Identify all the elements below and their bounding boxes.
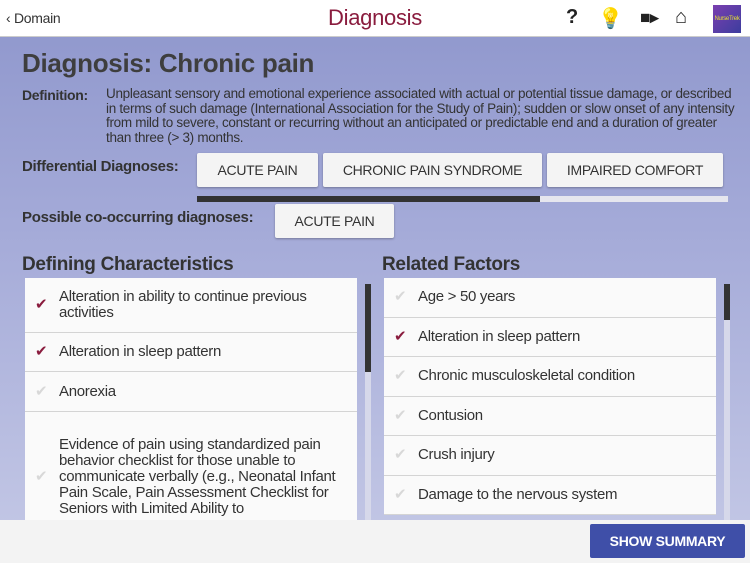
top-bar: ‹ Domain Diagnosis ? 💡 ■▸ ⌂ NurseTrek: [0, 0, 750, 37]
cooccurring-acute-pain-button[interactable]: ACUTE PAIN: [275, 204, 394, 238]
defining-characteristics-list: ✔ Alteration in ability to continue previ…: [25, 278, 357, 520]
list-item-label: Evidence of pain using standardized pain…: [59, 435, 336, 517]
differential-chronic-pain-syndrome-button[interactable]: CHRONIC PAIN SYNDROME: [323, 153, 542, 187]
list-item-label: Damage to the nervous system: [418, 485, 618, 503]
checked-icon: ✔: [35, 343, 48, 360]
list-item-label: Anorexia: [59, 382, 116, 400]
differential-acute-pain-button[interactable]: ACUTE PAIN: [197, 153, 318, 187]
list-item[interactable]: ✔ Chronic musculoskeletal condition: [384, 357, 716, 397]
differential-label: Differential Diagnoses:: [22, 158, 179, 175]
list-item[interactable]: ✔ Crush injury: [384, 436, 716, 476]
unchecked-icon: ✔: [394, 485, 407, 503]
list-item-label: Age > 50 years: [418, 288, 516, 306]
unchecked-icon: ✔: [394, 367, 407, 385]
help-icon[interactable]: ?: [566, 6, 578, 29]
logo-text: NurseTrek: [714, 16, 740, 22]
diagnosis-title: Diagnosis: Chronic pain: [22, 48, 315, 78]
list-item-label: Alteration in sleep pattern: [418, 327, 581, 345]
list-item[interactable]: ✔ Anorexia: [25, 372, 357, 412]
unchecked-icon: ✔: [35, 467, 48, 485]
checked-icon: ✔: [35, 296, 48, 313]
list-item-label: Alteration in ability to continue previo…: [59, 288, 307, 321]
back-label: Domain: [13, 10, 61, 26]
list-item-label: Crush injury: [418, 446, 495, 464]
unchecked-icon: ✔: [394, 446, 407, 464]
list-item-label: Chronic musculoskeletal condition: [418, 367, 635, 385]
defining-characteristics-heading: Defining Characteristics: [22, 254, 234, 275]
unchecked-icon: ✔: [394, 406, 407, 424]
back-button[interactable]: ‹ Domain: [6, 10, 61, 26]
list-item[interactable]: ✔ Damage to the nervous system: [384, 475, 716, 515]
defining-scrollbar[interactable]: [365, 284, 371, 520]
video-icon[interactable]: ■▸: [640, 8, 659, 28]
related-factors-heading: Related Factors: [382, 254, 521, 275]
checked-icon: ✔: [394, 327, 407, 345]
list-item[interactable]: ✔ Alteration in ability to continue previ…: [25, 278, 357, 333]
page-title: Diagnosis: [328, 5, 422, 30]
list-item-label: Contusion: [418, 406, 483, 424]
differential-scrollbar[interactable]: [197, 196, 728, 202]
definition-label: Definition:: [22, 87, 88, 103]
cooccurring-label: Possible co-occurring diagnoses:: [22, 209, 254, 226]
lightbulb-icon[interactable]: 💡: [598, 6, 623, 31]
list-item[interactable]: ✔ Contusion: [384, 396, 716, 436]
differential-impaired-comfort-button[interactable]: IMPAIRED COMFORT: [547, 153, 723, 187]
list-item[interactable]: ✔ Age > 50 years: [384, 278, 716, 318]
list-item-label: Alteration in sleep pattern: [59, 343, 222, 360]
show-summary-button[interactable]: SHOW SUMMARY: [590, 524, 745, 558]
related-factors-list: ✔ Age > 50 years ✔ Alteration in sleep patt…: [384, 278, 716, 520]
list-item[interactable]: ✔ Alteration in sleep pattern: [25, 333, 357, 372]
list-item[interactable]: ✔ Evidence of pain using standardized pai…: [25, 412, 357, 520]
definition-text: Unpleasant sensory and emotional experie…: [106, 86, 735, 145]
related-scrollbar[interactable]: [724, 284, 730, 520]
unchecked-icon: ✔: [394, 288, 407, 306]
app-logo[interactable]: NurseTrek: [713, 5, 741, 33]
unchecked-icon: ✔: [35, 382, 48, 400]
list-item[interactable]: ✔ Alteration in sleep pattern: [384, 317, 716, 357]
home-icon[interactable]: ⌂: [675, 6, 687, 29]
